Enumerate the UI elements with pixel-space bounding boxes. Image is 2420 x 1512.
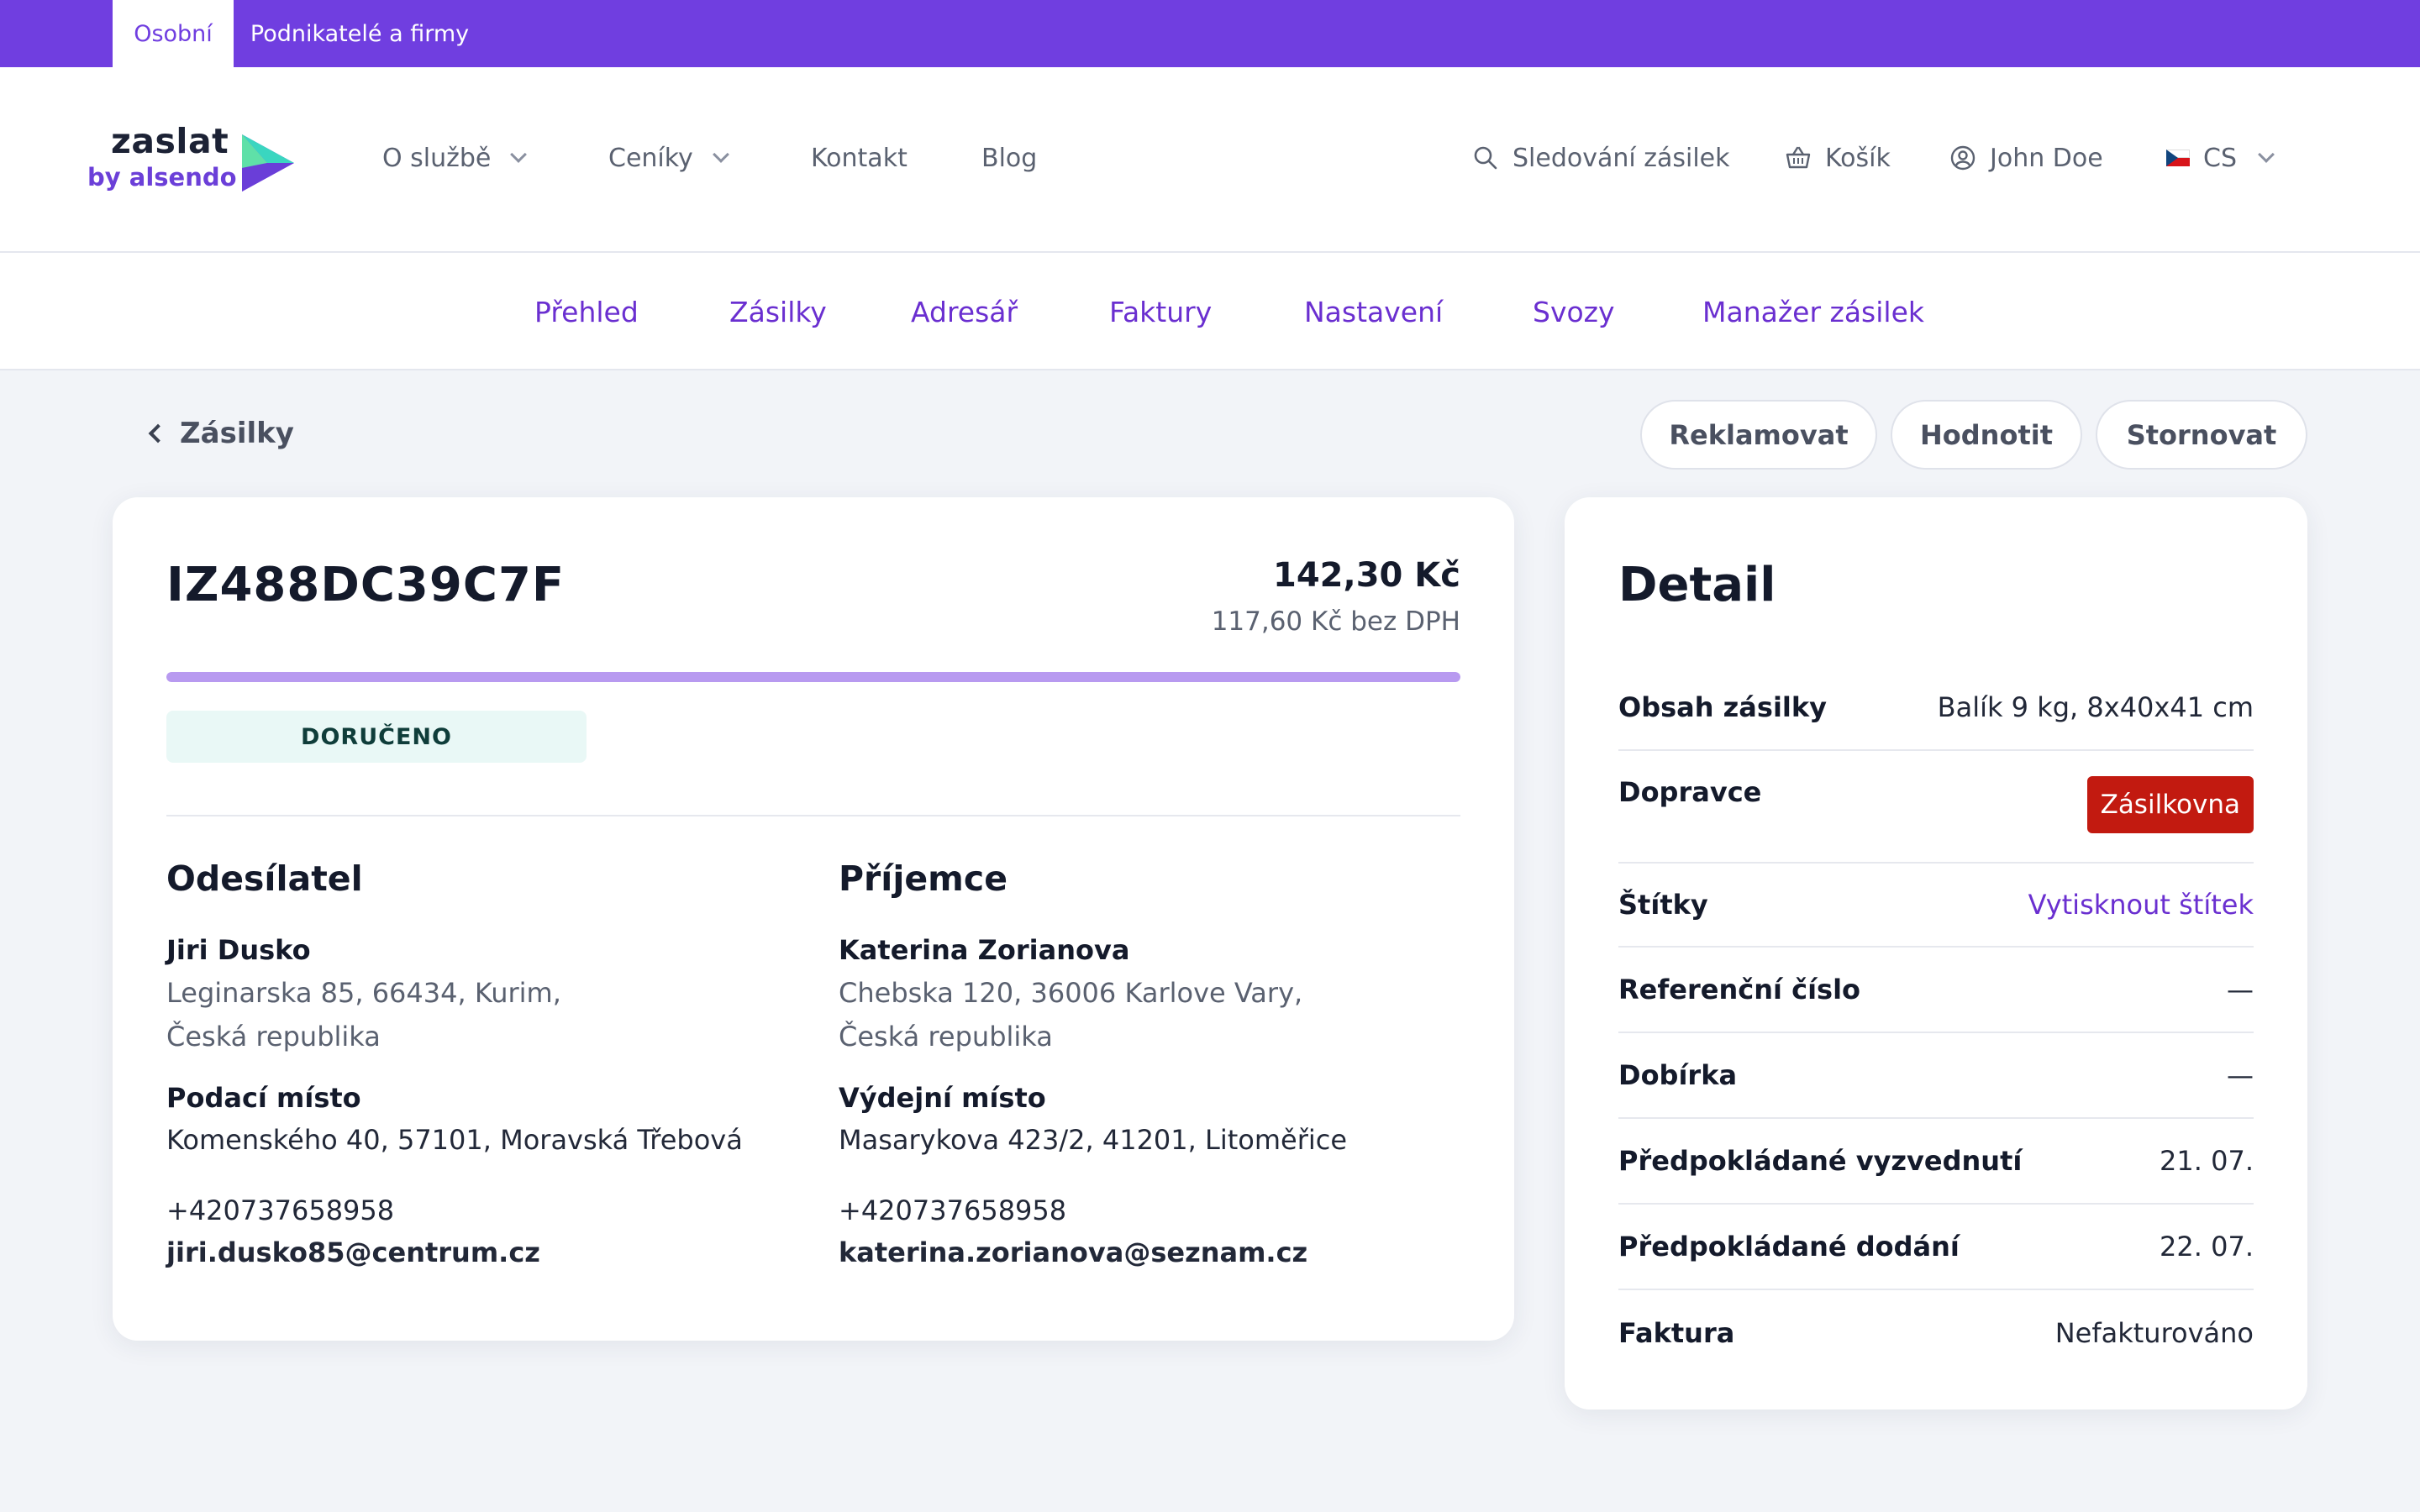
detail-row-invoice: Faktura Nefakturováno	[1618, 1290, 2254, 1376]
subnav-overview[interactable]: Přehled	[534, 253, 639, 370]
shipment-price: 142,30 Kč	[1273, 556, 1460, 595]
cancel-button[interactable]: Stornovat	[2096, 400, 2307, 470]
tracking-number: IZ488DC39C7F	[166, 558, 566, 612]
detail-row-reference: Referenční číslo —	[1618, 948, 2254, 1033]
sender-address-line1: Leginarska 85, 66434, Kurim,	[166, 977, 561, 1009]
chevron-down-icon	[2258, 146, 2275, 163]
nav-about[interactable]: O službě	[382, 134, 528, 181]
shipment-price-net: 117,60 Kč bez DPH	[1211, 606, 1460, 637]
shipment-card: IZ488DC39C7F 142,30 Kč 117,60 Kč bez DPH…	[113, 497, 1514, 1341]
recipient-name: Katerina Zorianova	[839, 934, 1130, 966]
sender-email: jiri.dusko85@centrum.cz	[166, 1236, 540, 1268]
subnav-pickups[interactable]: Svozy	[1533, 253, 1615, 370]
tracking-link[interactable]: Sledování zásilek	[1472, 134, 1730, 181]
chevron-left-icon	[148, 423, 168, 444]
detail-row-carrier: Dopravce Zásilkovna	[1618, 751, 2254, 864]
recipient-phone: +420737658958	[839, 1194, 1067, 1226]
recipient-address-line2: Česká republika	[839, 1021, 1053, 1053]
language-switcher[interactable]: CS	[2166, 134, 2275, 181]
sender-phone: +420737658958	[166, 1194, 395, 1226]
user-icon	[1950, 145, 1975, 171]
sender-address-line2: Česká republika	[166, 1021, 381, 1053]
detail-value: —	[2227, 1059, 2254, 1091]
back-to-shipments[interactable]: Zásilky	[148, 408, 294, 459]
detail-value: Balík 9 kg, 8x40x41 cm	[1937, 691, 2254, 723]
logo[interactable]: zaslat by alsendo	[87, 121, 306, 205]
sender-heading: Odesílatel	[166, 858, 363, 899]
dropoff-place-label: Podací místo	[166, 1082, 361, 1114]
language-label: CS	[2203, 143, 2237, 173]
print-label-link[interactable]: Vytisknout štítek	[2028, 889, 2254, 921]
claim-button[interactable]: Reklamovat	[1640, 400, 1877, 470]
detail-row-cod: Dobírka —	[1618, 1033, 2254, 1119]
divider	[166, 815, 1460, 816]
site-header: zaslat by alsendo O službě Ceníky Kontak…	[0, 67, 2420, 253]
detail-key: Dopravce	[1618, 776, 1762, 808]
top-audience-bar: Osobní Podnikatelé a firmy	[0, 0, 2420, 67]
detail-title: Detail	[1618, 558, 1776, 612]
user-name: John Doe	[1990, 143, 2103, 173]
subnav-shipments[interactable]: Zásilky	[729, 253, 827, 370]
subnav-invoices[interactable]: Faktury	[1109, 253, 1212, 370]
pickup-place-label: Výdejní místo	[839, 1082, 1046, 1114]
detail-row-expected-delivery: Předpokládané dodání 22. 07.	[1618, 1205, 2254, 1290]
detail-value: Nefakturováno	[2054, 1317, 2254, 1349]
logo-subtitle: by alsendo	[87, 163, 237, 192]
account-subnav: Přehled Zásilky Adresář Faktury Nastaven…	[0, 253, 2420, 370]
detail-key: Dobírka	[1618, 1059, 1738, 1091]
sender-name: Jiri Dusko	[166, 934, 311, 966]
subnav-settings[interactable]: Nastavení	[1304, 253, 1443, 370]
recipient-section: Příjemce Katerina Zorianova Chebska 120,…	[839, 858, 1477, 1273]
sender-section: Odesílatel Jiri Dusko Leginarska 85, 664…	[166, 858, 805, 1273]
logo-play-icon	[242, 134, 294, 192]
basket-icon	[1786, 146, 1811, 169]
carrier-badge: Zásilkovna	[2086, 776, 2254, 833]
recipient-heading: Příjemce	[839, 858, 1008, 899]
detail-value: 22. 07.	[2160, 1231, 2254, 1263]
subnav-shipment-manager[interactable]: Manažer zásilek	[1702, 253, 1924, 370]
delivery-progress-bar	[166, 672, 1460, 682]
tab-personal[interactable]: Osobní	[113, 0, 234, 67]
detail-value: 21. 07.	[2160, 1145, 2254, 1177]
czech-flag-icon	[2166, 150, 2190, 166]
detail-key: Předpokládané dodání	[1618, 1231, 1960, 1263]
detail-key: Obsah zásilky	[1618, 691, 1828, 723]
cart-link-label: Košík	[1825, 143, 1891, 173]
detail-row-labels: Štítky Vytisknout štítek	[1618, 864, 2254, 948]
detail-row-expected-pickup: Předpokládané vyzvednutí 21. 07.	[1618, 1119, 2254, 1205]
nav-pricing-label: Ceníky	[608, 143, 693, 173]
status-badge: DORUČENO	[166, 711, 587, 763]
detail-key: Předpokládané vyzvednutí	[1618, 1145, 2023, 1177]
chevron-down-icon	[712, 146, 729, 163]
pickup-place: Masarykova 423/2, 41201, Litoměřice	[839, 1124, 1348, 1156]
nav-blog-label: Blog	[981, 143, 1038, 173]
recipient-address-line1: Chebska 120, 36006 Karlove Vary,	[839, 977, 1303, 1009]
detail-card: Detail Obsah zásilky Balík 9 kg, 8x40x41…	[1565, 497, 2307, 1410]
tab-business[interactable]: Podnikatelé a firmy	[234, 0, 486, 67]
search-icon	[1474, 146, 1497, 170]
detail-value: —	[2227, 974, 2254, 1005]
nav-contact-label: Kontakt	[811, 143, 908, 173]
chevron-down-icon	[510, 146, 528, 163]
nav-contact[interactable]: Kontakt	[811, 134, 908, 181]
delivery-progress-fill	[166, 672, 1460, 682]
nav-about-label: O službě	[382, 143, 492, 173]
recipient-email: katerina.zorianova@seznam.cz	[839, 1236, 1308, 1268]
tracking-link-label: Sledování zásilek	[1512, 143, 1730, 173]
nav-pricing[interactable]: Ceníky	[608, 134, 729, 181]
back-label: Zásilky	[180, 417, 294, 450]
detail-key: Štítky	[1618, 889, 1708, 921]
logo-wordmark: zaslat	[111, 121, 229, 161]
rate-button[interactable]: Hodnotit	[1891, 400, 2082, 470]
subnav-address-book[interactable]: Adresář	[911, 253, 1018, 370]
cart-link[interactable]: Košík	[1785, 134, 1891, 181]
dropoff-place: Komenského 40, 57101, Moravská Třebová	[166, 1124, 743, 1156]
user-menu[interactable]: John Doe	[1949, 134, 2103, 181]
nav-blog[interactable]: Blog	[981, 134, 1037, 181]
detail-key: Faktura	[1618, 1317, 1735, 1349]
detail-key: Referenční číslo	[1618, 974, 1861, 1005]
detail-row-content: Obsah zásilky Balík 9 kg, 8x40x41 cm	[1618, 665, 2254, 751]
